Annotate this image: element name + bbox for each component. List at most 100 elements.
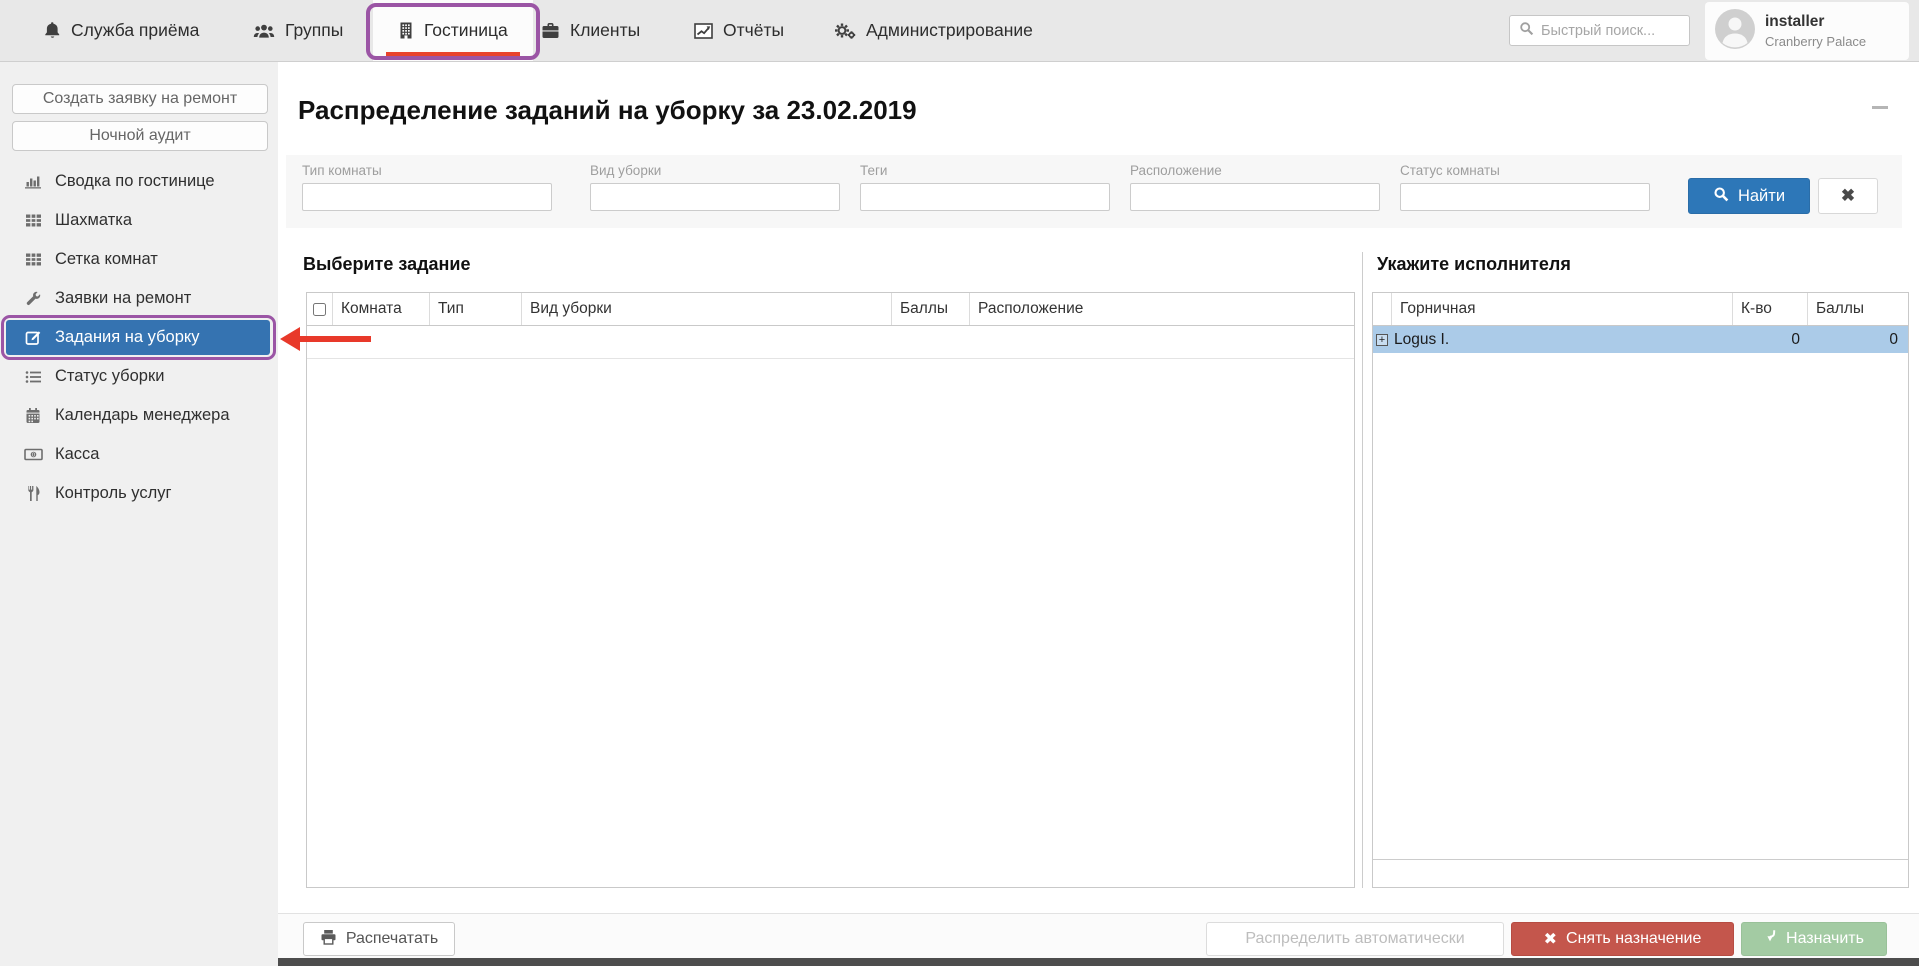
briefcase-icon (541, 22, 560, 39)
tasks-table-header: Комната Тип Вид уборки Баллы Расположени… (307, 293, 1354, 326)
header-cell-room[interactable]: Комната (333, 293, 430, 325)
bell-icon (44, 21, 61, 40)
auto-assign-button-label: Распределить автоматически (1245, 930, 1464, 948)
wrench-icon (22, 290, 44, 307)
calendar-icon (22, 407, 44, 424)
filter-label-tags: Теги (860, 163, 887, 178)
tasks-panel-title: Выберите задание (303, 254, 471, 275)
expand-icon[interactable]: + (1376, 334, 1388, 346)
sidebar-item-label: Шахматка (55, 211, 132, 230)
nav-item-hotel-active[interactable]: Гостиница (373, 0, 533, 61)
cash-icon: 0 (22, 448, 44, 461)
filter-label-cleaning-kind: Вид уборки (590, 163, 661, 178)
annotation-arrow-cleaning-tasks (278, 324, 374, 354)
performers-panel-title: Укажите исполнителя (1377, 254, 1571, 275)
performers-table-footer (1373, 859, 1908, 887)
print-button[interactable]: Распечатать (303, 922, 455, 956)
performer-points: 0 (1808, 331, 1908, 349)
chart-icon (694, 23, 713, 39)
collapse-icon[interactable] (1872, 106, 1888, 109)
sidebar-item-label: Заявки на ремонт (55, 289, 191, 308)
sidebar-item-room-grid[interactable]: Сетка комнат (0, 240, 278, 279)
tasks-empty-row (307, 326, 1354, 359)
nav-item-clients[interactable]: Клиенты (541, 0, 640, 61)
sidebar-item-repair-requests[interactable]: Заявки на ремонт (0, 279, 278, 318)
create-repair-request-button[interactable]: Создать заявку на ремонт (12, 84, 268, 114)
user-hotel-name: Cranberry Palace (1765, 33, 1866, 51)
filter-input-cleaning-kind[interactable] (590, 183, 840, 211)
avatar (1715, 9, 1755, 54)
grid-icon (22, 213, 44, 228)
nav-item-label: Группы (285, 20, 343, 41)
panel-divider (1362, 252, 1363, 888)
list-icon (22, 370, 44, 384)
top-navigation-bar: Служба приёма Группы Гостиница Клиенты О… (0, 0, 1919, 62)
sidebar-item-service-control[interactable]: Контроль услуг (0, 474, 278, 513)
header-cell-type[interactable]: Тип (430, 293, 522, 325)
nav-item-label: Администрирование (866, 20, 1033, 41)
sidebar-item-cash-desk[interactable]: 0 Касса (0, 435, 278, 474)
sidebar-item-label: Задания на уборку (55, 328, 200, 347)
header-cell-count[interactable]: К-во (1733, 293, 1808, 325)
filter-input-room-status[interactable] (1400, 183, 1650, 211)
nav-item-label: Клиенты (570, 20, 640, 41)
header-cell-maid[interactable]: Горничная (1392, 293, 1733, 325)
sidebar: Создать заявку на ремонт Ночной аудит Св… (0, 62, 278, 966)
nav-item-administration[interactable]: Администрирование (834, 0, 1033, 61)
performer-task-count: 0 (1733, 331, 1808, 349)
sidebar-item-hotel-summary[interactable]: Сводка по гостинице (0, 162, 278, 201)
print-button-label: Распечатать (346, 930, 438, 948)
header-cell-location[interactable]: Расположение (970, 293, 1354, 325)
printer-icon (320, 929, 337, 950)
select-all-checkbox[interactable] (313, 303, 326, 316)
nav-item-reports[interactable]: Отчёты (694, 0, 784, 61)
filter-input-tags[interactable] (860, 183, 1110, 211)
page-title: Распределение заданий на уборку за 23.02… (298, 95, 917, 126)
grid-icon (22, 252, 44, 267)
unassign-button-label: Снять назначение (1566, 930, 1701, 948)
header-cell-expand (1373, 293, 1392, 325)
sidebar-item-label: Сетка комнат (55, 250, 158, 269)
user-panel[interactable]: installer Cranberry Palace (1705, 2, 1909, 60)
bar-chart-icon (22, 174, 44, 189)
performer-row-selected[interactable]: + Logus I. 0 0 (1373, 326, 1908, 353)
performers-table-header: Горничная К-во Баллы (1373, 293, 1908, 326)
sidebar-item-cleaning-status[interactable]: Статус уборки (0, 357, 278, 396)
building-icon (398, 21, 414, 40)
find-button[interactable]: Найти (1688, 178, 1810, 214)
gears-icon (834, 22, 856, 40)
header-cell-select (307, 293, 333, 325)
find-button-label: Найти (1738, 187, 1785, 206)
user-name: installer (1765, 12, 1866, 33)
night-audit-button[interactable]: Ночной аудит (12, 121, 268, 151)
filter-label-location: Расположение (1130, 163, 1222, 178)
assign-arrow-icon (1764, 929, 1777, 949)
sidebar-item-cleaning-tasks-active[interactable]: Задания на уборку (6, 320, 270, 355)
sidebar-item-manager-calendar[interactable]: Календарь менеджера (0, 396, 278, 435)
close-icon: ✖ (1841, 186, 1855, 206)
sidebar-item-label: Статус уборки (55, 367, 164, 386)
sidebar-menu: Сводка по гостинице Шахматка Сетка комна… (0, 162, 278, 513)
unassign-button[interactable]: ✖ Снять назначение (1511, 922, 1734, 956)
header-cell-points[interactable]: Баллы (892, 293, 970, 325)
quick-search-input[interactable] (1541, 23, 1680, 39)
header-cell-points[interactable]: Баллы (1808, 293, 1908, 325)
nav-item-label: Служба приёма (71, 20, 199, 41)
window-bottom-strip (278, 958, 1919, 966)
sidebar-item-label: Календарь менеджера (55, 406, 230, 425)
svg-text:0: 0 (31, 452, 35, 458)
sidebar-item-chessboard[interactable]: Шахматка (0, 201, 278, 240)
filter-input-location[interactable] (1130, 183, 1380, 211)
search-icon (1713, 186, 1729, 207)
nav-item-groups[interactable]: Группы (253, 0, 343, 61)
quick-search (1509, 15, 1690, 46)
filter-input-room-type[interactable] (302, 183, 552, 211)
sidebar-item-label: Касса (55, 445, 99, 464)
header-cell-cleaning[interactable]: Вид уборки (522, 293, 892, 325)
edit-icon (22, 329, 44, 346)
auto-assign-button[interactable]: Распределить автоматически (1206, 922, 1504, 956)
clear-filters-button[interactable]: ✖ (1818, 178, 1878, 214)
users-icon (253, 23, 275, 39)
assign-button[interactable]: Назначить (1741, 922, 1887, 956)
nav-item-front-desk[interactable]: Служба приёма (44, 0, 199, 61)
